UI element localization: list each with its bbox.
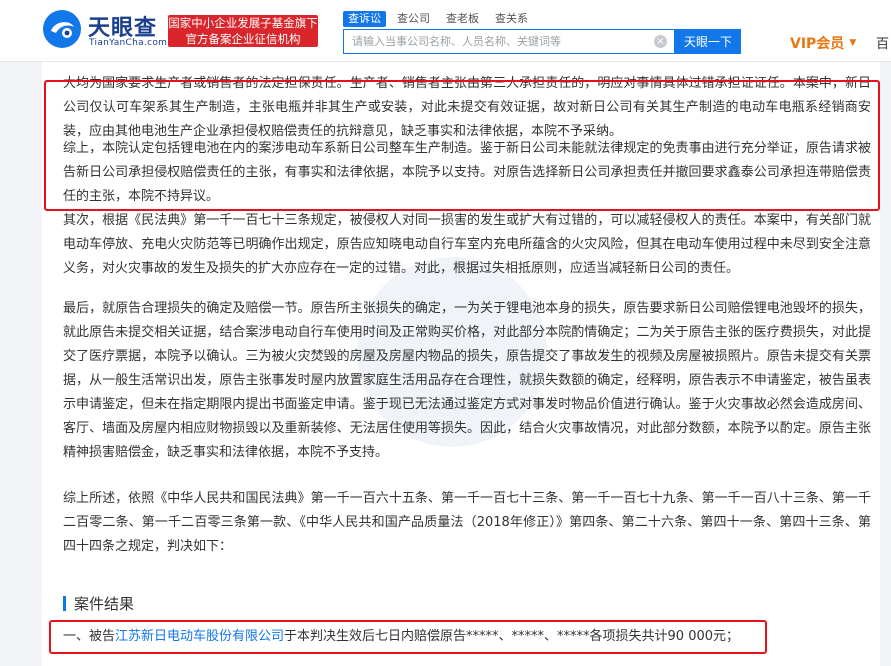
search-tabs: 查诉讼 查公司 查老板 查关系 [343, 11, 539, 27]
section-accent-bar [63, 596, 66, 611]
header-more-link[interactable]: 百 [876, 33, 889, 52]
tab-search-lawsuit[interactable]: 查诉讼 [343, 11, 386, 27]
judgment-paragraph-5: 综上所述，依照《中华人民共和国民法典》第一千一百六十五条、第一千一百七十三条、第… [63, 491, 871, 554]
top-header: 天眼查 TianYanCha.com 国家中小企业发展子基金旗下 官方备案企业征… [0, 0, 891, 62]
search-input[interactable] [344, 30, 644, 53]
result-prefix: 一、被告 [63, 629, 116, 644]
result-suffix: 于本判决生效后七日内赔偿原告*****、*****、*****各项损失共计90 … [284, 629, 740, 644]
case-result-title: 案件结果 [74, 595, 135, 613]
company-link[interactable]: 江苏新日电动车股份有限公司 [115, 629, 284, 644]
brand-domain: TianYanCha.com [89, 38, 168, 48]
case-result-heading: 案件结果 [63, 593, 134, 614]
slogan-badge: 国家中小企业发展子基金旗下 官方备案企业征信机构 [168, 15, 318, 47]
slogan-line-1: 国家中小企业发展子基金旗下 [168, 16, 318, 30]
tab-search-boss[interactable]: 查老板 [441, 11, 484, 27]
search-button[interactable]: 天眼一下 [675, 29, 741, 54]
judgment-paragraph-3: 其次，根据《民法典》第一千一百七十三条规定，被侵权人对同一损害的发生或扩大有过错… [63, 213, 871, 276]
tab-search-relation[interactable]: 查关系 [490, 11, 533, 27]
clear-icon[interactable]: × [654, 35, 667, 48]
vip-label: VIP会员 [790, 36, 845, 52]
tab-search-company[interactable]: 查公司 [392, 11, 435, 27]
judgment-paragraph-2: 综上，本院认定包括锂电池在内的案涉电动车系新日公司整车生产制造。鉴于新日公司未能… [63, 141, 871, 204]
tianyancha-logo-icon[interactable] [42, 9, 82, 49]
judgment-paragraph-4: 最后，就原告合理损失的确定及赔偿一节。原告所主张损失的确定，一为关于锂电池本身的… [63, 301, 871, 460]
vip-menu[interactable]: VIP会员 ▼ [790, 33, 856, 53]
case-result-item-1: 一、被告江苏新日电动车股份有限公司于本判决生效后七日内赔偿原告*****、***… [63, 625, 763, 649]
caret-down-icon: ▼ [849, 38, 857, 48]
judgment-document: 大均为国家要求生产者或销售者的法定担保责任。生产者、销售者主张由第三人承担责任的… [42, 62, 880, 666]
slogan-line-2: 官方备案企业征信机构 [185, 32, 301, 46]
search-box: × [343, 29, 675, 54]
judgment-paragraph-1: 大均为国家要求生产者或销售者的法定担保责任。生产者、销售者主张由第三人承担责任的… [63, 76, 871, 139]
